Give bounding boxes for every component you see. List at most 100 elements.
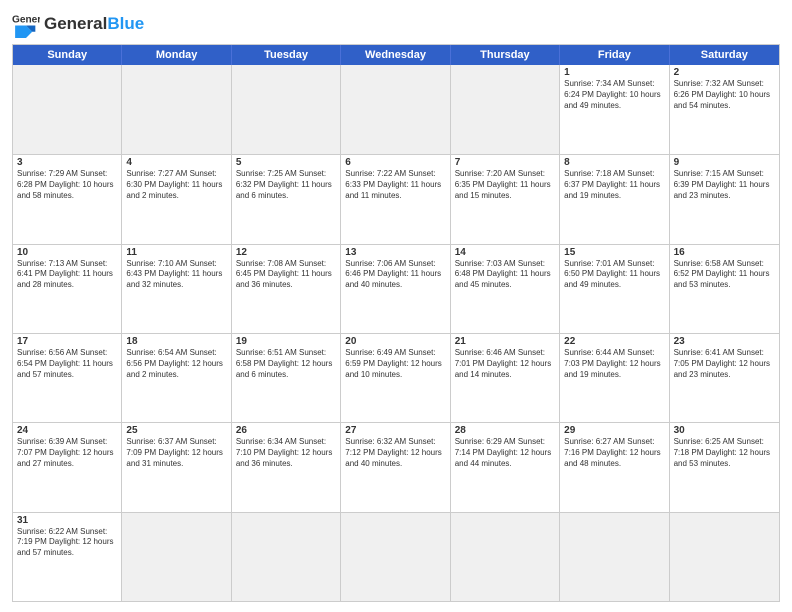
day-number: 26 xyxy=(236,425,336,436)
day-number: 1 xyxy=(564,67,664,78)
day-info: Sunrise: 7:10 AM Sunset: 6:43 PM Dayligh… xyxy=(126,259,226,291)
weekday-header-saturday: Saturday xyxy=(670,45,779,65)
day-number: 21 xyxy=(455,336,555,347)
day-number: 29 xyxy=(564,425,664,436)
day-info: Sunrise: 7:13 AM Sunset: 6:41 PM Dayligh… xyxy=(17,259,117,291)
day-info: Sunrise: 7:18 AM Sunset: 6:37 PM Dayligh… xyxy=(564,169,664,201)
day-info: Sunrise: 6:58 AM Sunset: 6:52 PM Dayligh… xyxy=(674,259,775,291)
day-number: 6 xyxy=(345,157,445,168)
calendar-cell: 15Sunrise: 7:01 AM Sunset: 6:50 PM Dayli… xyxy=(560,245,669,333)
calendar-body: 1Sunrise: 7:34 AM Sunset: 6:24 PM Daylig… xyxy=(13,65,779,601)
weekday-header-monday: Monday xyxy=(122,45,231,65)
calendar-cell: 14Sunrise: 7:03 AM Sunset: 6:48 PM Dayli… xyxy=(451,245,560,333)
day-info: Sunrise: 6:41 AM Sunset: 7:05 PM Dayligh… xyxy=(674,348,775,380)
day-number: 3 xyxy=(17,157,117,168)
day-number: 14 xyxy=(455,247,555,258)
calendar-cell: 30Sunrise: 6:25 AM Sunset: 7:18 PM Dayli… xyxy=(670,423,779,511)
calendar-cell: 7Sunrise: 7:20 AM Sunset: 6:35 PM Daylig… xyxy=(451,155,560,243)
day-info: Sunrise: 6:49 AM Sunset: 6:59 PM Dayligh… xyxy=(345,348,445,380)
day-number: 30 xyxy=(674,425,775,436)
day-number: 23 xyxy=(674,336,775,347)
calendar-cell: 4Sunrise: 7:27 AM Sunset: 6:30 PM Daylig… xyxy=(122,155,231,243)
calendar-cell xyxy=(122,65,231,154)
day-number: 11 xyxy=(126,247,226,258)
weekday-header-tuesday: Tuesday xyxy=(232,45,341,65)
day-number: 15 xyxy=(564,247,664,258)
day-info: Sunrise: 6:25 AM Sunset: 7:18 PM Dayligh… xyxy=(674,437,775,469)
day-info: Sunrise: 7:03 AM Sunset: 6:48 PM Dayligh… xyxy=(455,259,555,291)
calendar-cell: 19Sunrise: 6:51 AM Sunset: 6:58 PM Dayli… xyxy=(232,334,341,422)
calendar-cell xyxy=(232,513,341,601)
day-info: Sunrise: 6:29 AM Sunset: 7:14 PM Dayligh… xyxy=(455,437,555,469)
day-number: 25 xyxy=(126,425,226,436)
calendar-cell: 13Sunrise: 7:06 AM Sunset: 6:46 PM Dayli… xyxy=(341,245,450,333)
calendar-cell xyxy=(560,513,669,601)
day-number: 24 xyxy=(17,425,117,436)
calendar-cell xyxy=(13,65,122,154)
weekday-header-wednesday: Wednesday xyxy=(341,45,450,65)
calendar-row-1: 3Sunrise: 7:29 AM Sunset: 6:28 PM Daylig… xyxy=(13,154,779,243)
day-number: 28 xyxy=(455,425,555,436)
day-info: Sunrise: 7:29 AM Sunset: 6:28 PM Dayligh… xyxy=(17,169,117,201)
day-info: Sunrise: 6:44 AM Sunset: 7:03 PM Dayligh… xyxy=(564,348,664,380)
calendar-row-0: 1Sunrise: 7:34 AM Sunset: 6:24 PM Daylig… xyxy=(13,65,779,154)
day-info: Sunrise: 7:34 AM Sunset: 6:24 PM Dayligh… xyxy=(564,79,664,111)
calendar-cell: 6Sunrise: 7:22 AM Sunset: 6:33 PM Daylig… xyxy=(341,155,450,243)
calendar-cell: 23Sunrise: 6:41 AM Sunset: 7:05 PM Dayli… xyxy=(670,334,779,422)
calendar-cell xyxy=(341,513,450,601)
calendar-row-5: 31Sunrise: 6:22 AM Sunset: 7:19 PM Dayli… xyxy=(13,512,779,601)
calendar-cell: 10Sunrise: 7:13 AM Sunset: 6:41 PM Dayli… xyxy=(13,245,122,333)
day-number: 12 xyxy=(236,247,336,258)
day-info: Sunrise: 7:06 AM Sunset: 6:46 PM Dayligh… xyxy=(345,259,445,291)
calendar-cell: 21Sunrise: 6:46 AM Sunset: 7:01 PM Dayli… xyxy=(451,334,560,422)
day-number: 9 xyxy=(674,157,775,168)
generalblue-logo-icon: General xyxy=(12,10,40,38)
calendar-row-4: 24Sunrise: 6:39 AM Sunset: 7:07 PM Dayli… xyxy=(13,422,779,511)
day-info: Sunrise: 6:46 AM Sunset: 7:01 PM Dayligh… xyxy=(455,348,555,380)
day-info: Sunrise: 6:39 AM Sunset: 7:07 PM Dayligh… xyxy=(17,437,117,469)
calendar-cell: 8Sunrise: 7:18 AM Sunset: 6:37 PM Daylig… xyxy=(560,155,669,243)
day-info: Sunrise: 7:25 AM Sunset: 6:32 PM Dayligh… xyxy=(236,169,336,201)
calendar-cell xyxy=(451,65,560,154)
day-info: Sunrise: 6:51 AM Sunset: 6:58 PM Dayligh… xyxy=(236,348,336,380)
day-info: Sunrise: 7:22 AM Sunset: 6:33 PM Dayligh… xyxy=(345,169,445,201)
calendar-cell: 5Sunrise: 7:25 AM Sunset: 6:32 PM Daylig… xyxy=(232,155,341,243)
day-info: Sunrise: 6:56 AM Sunset: 6:54 PM Dayligh… xyxy=(17,348,117,380)
calendar-cell xyxy=(122,513,231,601)
day-info: Sunrise: 6:27 AM Sunset: 7:16 PM Dayligh… xyxy=(564,437,664,469)
calendar-cell: 31Sunrise: 6:22 AM Sunset: 7:19 PM Dayli… xyxy=(13,513,122,601)
calendar-cell: 18Sunrise: 6:54 AM Sunset: 6:56 PM Dayli… xyxy=(122,334,231,422)
day-number: 31 xyxy=(17,515,117,526)
day-info: Sunrise: 6:32 AM Sunset: 7:12 PM Dayligh… xyxy=(345,437,445,469)
day-info: Sunrise: 6:37 AM Sunset: 7:09 PM Dayligh… xyxy=(126,437,226,469)
calendar-row-3: 17Sunrise: 6:56 AM Sunset: 6:54 PM Dayli… xyxy=(13,333,779,422)
logo: General GeneralBlue xyxy=(12,10,144,38)
weekday-header-sunday: Sunday xyxy=(13,45,122,65)
day-number: 10 xyxy=(17,247,117,258)
day-info: Sunrise: 7:27 AM Sunset: 6:30 PM Dayligh… xyxy=(126,169,226,201)
day-number: 22 xyxy=(564,336,664,347)
day-info: Sunrise: 6:22 AM Sunset: 7:19 PM Dayligh… xyxy=(17,527,117,559)
calendar-cell: 9Sunrise: 7:15 AM Sunset: 6:39 PM Daylig… xyxy=(670,155,779,243)
svg-text:General: General xyxy=(12,14,40,25)
calendar-cell xyxy=(341,65,450,154)
day-number: 5 xyxy=(236,157,336,168)
calendar-cell xyxy=(232,65,341,154)
day-info: Sunrise: 7:01 AM Sunset: 6:50 PM Dayligh… xyxy=(564,259,664,291)
calendar-cell: 17Sunrise: 6:56 AM Sunset: 6:54 PM Dayli… xyxy=(13,334,122,422)
day-number: 16 xyxy=(674,247,775,258)
weekday-header-friday: Friday xyxy=(560,45,669,65)
day-number: 13 xyxy=(345,247,445,258)
day-number: 19 xyxy=(236,336,336,347)
calendar-cell: 12Sunrise: 7:08 AM Sunset: 6:45 PM Dayli… xyxy=(232,245,341,333)
calendar-cell: 3Sunrise: 7:29 AM Sunset: 6:28 PM Daylig… xyxy=(13,155,122,243)
day-number: 7 xyxy=(455,157,555,168)
day-info: Sunrise: 6:34 AM Sunset: 7:10 PM Dayligh… xyxy=(236,437,336,469)
day-number: 18 xyxy=(126,336,226,347)
calendar-cell: 28Sunrise: 6:29 AM Sunset: 7:14 PM Dayli… xyxy=(451,423,560,511)
calendar-cell: 27Sunrise: 6:32 AM Sunset: 7:12 PM Dayli… xyxy=(341,423,450,511)
calendar-cell: 24Sunrise: 6:39 AM Sunset: 7:07 PM Dayli… xyxy=(13,423,122,511)
calendar-cell xyxy=(451,513,560,601)
day-info: Sunrise: 7:20 AM Sunset: 6:35 PM Dayligh… xyxy=(455,169,555,201)
calendar-cell: 26Sunrise: 6:34 AM Sunset: 7:10 PM Dayli… xyxy=(232,423,341,511)
